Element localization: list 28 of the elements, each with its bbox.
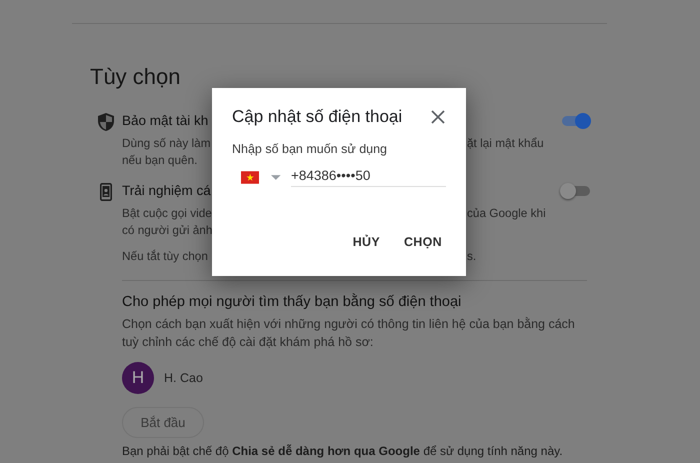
setting-description: Bật cuộc gọi vide <box>122 205 212 222</box>
phone-input-field[interactable]: +84386••••50 <box>291 168 446 187</box>
section-heading: Tùy chọn <box>90 64 182 90</box>
setting-title: Bảo mật tài kh <box>122 113 208 129</box>
flag-icon[interactable] <box>241 171 260 184</box>
field-label: Nhập số bạn muốn sử dụng <box>232 142 388 157</box>
cancel-button[interactable]: HỦY <box>344 229 388 255</box>
setting-description: có người gửi ảnh <box>122 222 212 239</box>
caret-icon[interactable] <box>271 175 281 180</box>
section-description: Chọn cách bạn xuất hiện với những người có thông tin liên hệ của bạn bằng cách tuỳ chỉnh các chế độ cài đặt khám phá hồ sơ: <box>122 316 576 351</box>
toggle-switch[interactable] <box>560 114 590 128</box>
phone-icon <box>100 183 112 201</box>
toggle-switch[interactable] <box>560 184 590 198</box>
close-icon[interactable] <box>430 109 446 125</box>
dialog-title: Cập nhật số điện thoại <box>232 107 402 127</box>
setting-description: s. <box>467 248 476 265</box>
setting-title: Trải nghiệm cá <box>122 183 211 199</box>
setting-description: ặt lại mật khẩu <box>467 135 544 152</box>
setting-description: nếu bạn quên. <box>122 152 198 169</box>
profile-name: H. Cao <box>164 371 203 385</box>
setting-description: Nếu tắt tùy chọn <box>122 248 208 265</box>
avatar: H <box>122 362 154 394</box>
shield-icon <box>98 113 114 131</box>
setting-description: của Google khi <box>467 205 546 222</box>
section-title: Cho phép mọi người tìm thấy bạn bằng số điện thoại <box>122 294 462 310</box>
setting-description: Dùng số này làm <box>122 135 211 152</box>
footnote-text: Bạn phải bật chế độ Chia sẻ dễ dàng hơn qua Google để sử dụng tính năng này. <box>122 444 564 458</box>
select-button[interactable]: CHỌN <box>396 229 450 255</box>
